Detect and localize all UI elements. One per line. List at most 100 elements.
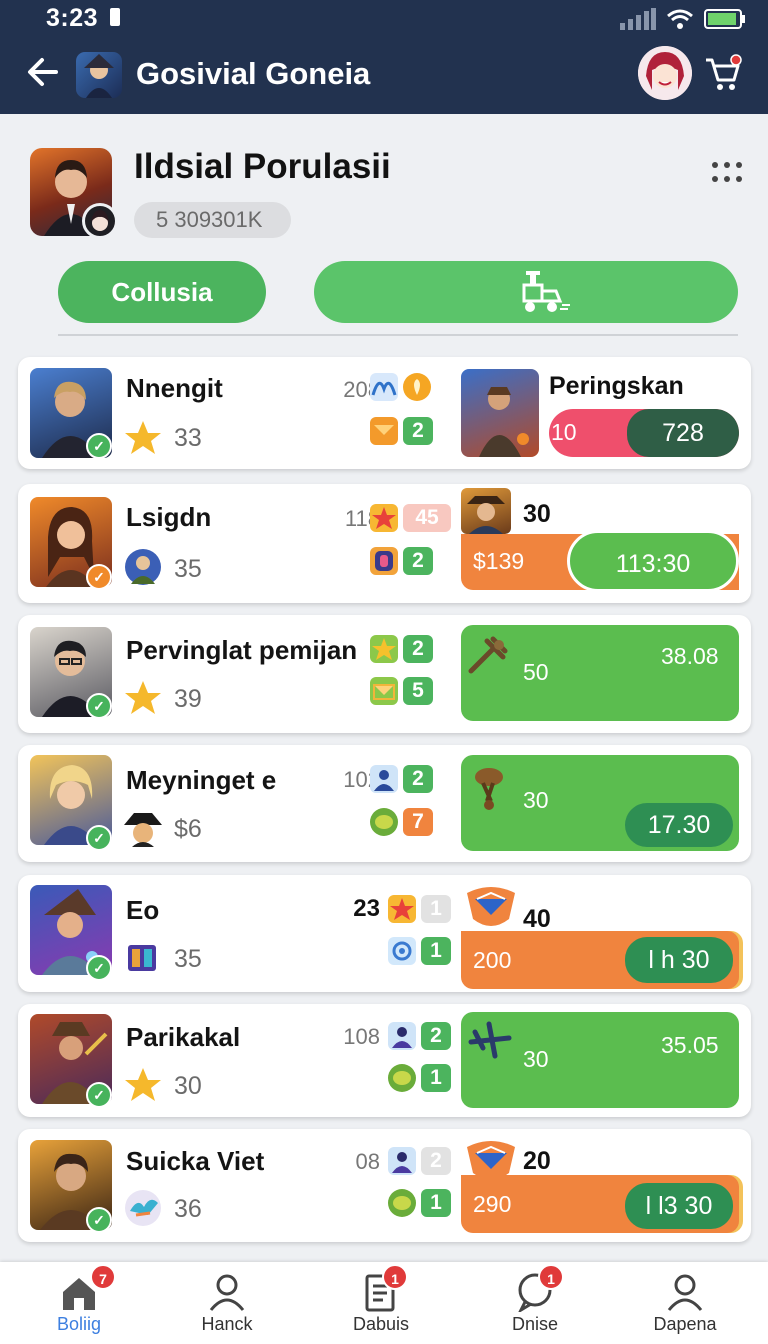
- item-sub-value: 36: [174, 1195, 202, 1223]
- profile-name: Ildsial Porulasii: [134, 147, 391, 186]
- bottom-nav: 7 Boliig Hanck 1 Dabuis 1 Dnise Dapena: [0, 1262, 768, 1344]
- list-item[interactable]: ✓ Lsigdn 35 118 45 2 30 $139 113:30: [18, 484, 751, 603]
- item-count-badge: 1: [421, 1189, 451, 1217]
- item-stat: 23: [353, 895, 380, 922]
- battery-icon: [704, 9, 745, 29]
- list-item[interactable]: ✓ Meyninget e $6 102 2 7 30 17.30: [18, 745, 751, 862]
- nav-label: Hanck: [201, 1314, 253, 1334]
- coin-icon: [403, 373, 431, 401]
- item-sub-value: 30: [174, 1072, 202, 1100]
- envelope-icon: [370, 677, 398, 705]
- nav-badge: 7: [90, 1264, 116, 1290]
- nav-item-hanck[interactable]: Hanck: [162, 1262, 292, 1344]
- profile-badge-icon: [82, 203, 118, 239]
- title-bar: Gosivial Goneia: [0, 44, 768, 106]
- list-item[interactable]: ✓ Parikakal 30 108 2 1 30 35.05: [18, 1004, 751, 1117]
- panel-left-value: 200: [473, 947, 512, 973]
- star-icon: [125, 1068, 161, 1101]
- character-icon: [125, 549, 161, 585]
- action-button[interactable]: [314, 261, 738, 323]
- item-sub-value: 35: [174, 945, 202, 973]
- verified-check-icon: ✓: [86, 1082, 112, 1108]
- item-name: Lsigdn: [126, 502, 212, 532]
- verified-check-icon: ✓: [86, 955, 112, 981]
- user-avatar[interactable]: [638, 46, 692, 100]
- item-top-badge: 45: [403, 504, 451, 532]
- nav-label: Dabuis: [352, 1314, 410, 1334]
- collusia-button[interactable]: Collusia: [58, 261, 266, 323]
- item-name: Pervinglat pemijan: [126, 635, 358, 665]
- verified-check-icon: ✓: [86, 433, 112, 459]
- item-sub-value: $6: [174, 815, 202, 843]
- item-name: Meyninget e: [126, 765, 277, 795]
- panel-right-pill[interactable]: 17.30: [625, 803, 733, 847]
- more-options-icon[interactable]: [710, 160, 744, 186]
- verified-check-icon: ✓: [86, 825, 112, 851]
- page-title: Gosivial Goneia: [136, 56, 371, 91]
- verified-check-icon: ✓: [86, 1207, 112, 1233]
- battery-saver-icon: [110, 8, 120, 26]
- panel-left-value: 30: [523, 1046, 549, 1072]
- profile-count: 5 309301K: [134, 202, 291, 238]
- list-item[interactable]: ✓ Pervinglat pemijan 39 2 5 50 38.08: [18, 615, 751, 733]
- item-name: Parikakal: [126, 1022, 241, 1052]
- panel-title: Peringskan: [549, 372, 684, 400]
- list-item[interactable]: ✓ Eo 35 23 1 1 40 200 l h 30: [18, 875, 751, 992]
- verified-check-icon: ✓: [86, 564, 112, 590]
- wifi-icon: [667, 9, 693, 29]
- item-count-badge: 2: [403, 765, 433, 793]
- nav-label: Dapena: [653, 1314, 717, 1334]
- item-count-badge: 2: [403, 547, 433, 575]
- back-arrow-icon[interactable]: [26, 54, 60, 90]
- item-panel[interactable]: 20 290 l l3 30: [461, 1137, 739, 1233]
- nav-item-dnise[interactable]: 1 Dnise: [470, 1262, 600, 1344]
- item-count-badge-2: 7: [403, 808, 433, 836]
- star-badge-icon: [370, 504, 398, 532]
- chest-icon: [128, 945, 156, 971]
- app-icon[interactable]: [76, 52, 122, 98]
- panel-left-value: $139: [473, 548, 525, 574]
- item-sub-value: 39: [174, 685, 202, 713]
- item-count-badge: 2: [421, 1022, 451, 1050]
- item-count-badge: 2: [403, 635, 433, 663]
- gear-tile-icon: [388, 937, 416, 965]
- item-panel[interactable]: 50 38.08: [461, 625, 739, 721]
- divider: [58, 334, 738, 336]
- verified-check-icon: ✓: [86, 693, 112, 719]
- cannon-icon: [475, 768, 503, 810]
- item-stat: 108: [343, 1024, 380, 1049]
- list-item[interactable]: ✓ Suicka Viet 36 08 2 1 20 290 l l3 30: [18, 1129, 751, 1242]
- tile-icon: [370, 547, 398, 575]
- panel-title: 30: [523, 500, 551, 528]
- weapon-icon: [468, 636, 508, 674]
- hat-character-icon: [124, 813, 162, 847]
- cart-icon[interactable]: [702, 52, 744, 94]
- person-icon: [388, 1022, 416, 1050]
- item-panel[interactable]: 30 $139 113:30: [461, 484, 739, 603]
- profile-icon: [667, 1274, 703, 1311]
- item-panel[interactable]: 30 35.05: [461, 1012, 739, 1108]
- item-panel[interactable]: 40 200 l h 30: [461, 885, 739, 989]
- nav-item-dapena[interactable]: Dapena: [620, 1262, 750, 1344]
- item-name: Nnengit: [126, 373, 223, 403]
- coin-green-icon: [388, 1189, 416, 1217]
- panel-right-pill[interactable]: l h 30: [625, 937, 733, 983]
- item-panel[interactable]: Peringskan 10 728: [461, 367, 739, 459]
- nav-item-home[interactable]: 7 Boliig: [14, 1262, 144, 1344]
- coin-green-icon: [388, 1064, 416, 1092]
- star-icon: [125, 421, 161, 454]
- panel-right-pill[interactable]: 113:30: [567, 530, 739, 592]
- nav-badge: 1: [538, 1264, 564, 1290]
- panel-split-bar: 10 728: [549, 409, 739, 457]
- list-item[interactable]: ✓ Nnengit 33 208 2 Peringskan 10 728: [18, 357, 751, 469]
- person-icon: [388, 1147, 416, 1175]
- panel-left-value: 290: [473, 1191, 512, 1217]
- item-panel[interactable]: 30 17.30: [461, 755, 739, 851]
- panel-left-value: 30: [523, 787, 549, 813]
- nav-item-dabuis[interactable]: 1 Dabuis: [316, 1262, 446, 1344]
- item-count-badge: 2: [403, 417, 433, 445]
- panel-right-pill[interactable]: 728: [627, 409, 739, 457]
- panel-right-pill[interactable]: l l3 30: [625, 1183, 733, 1229]
- panel-right-value: 38.08: [661, 643, 719, 669]
- star-badge-icon: [388, 895, 416, 923]
